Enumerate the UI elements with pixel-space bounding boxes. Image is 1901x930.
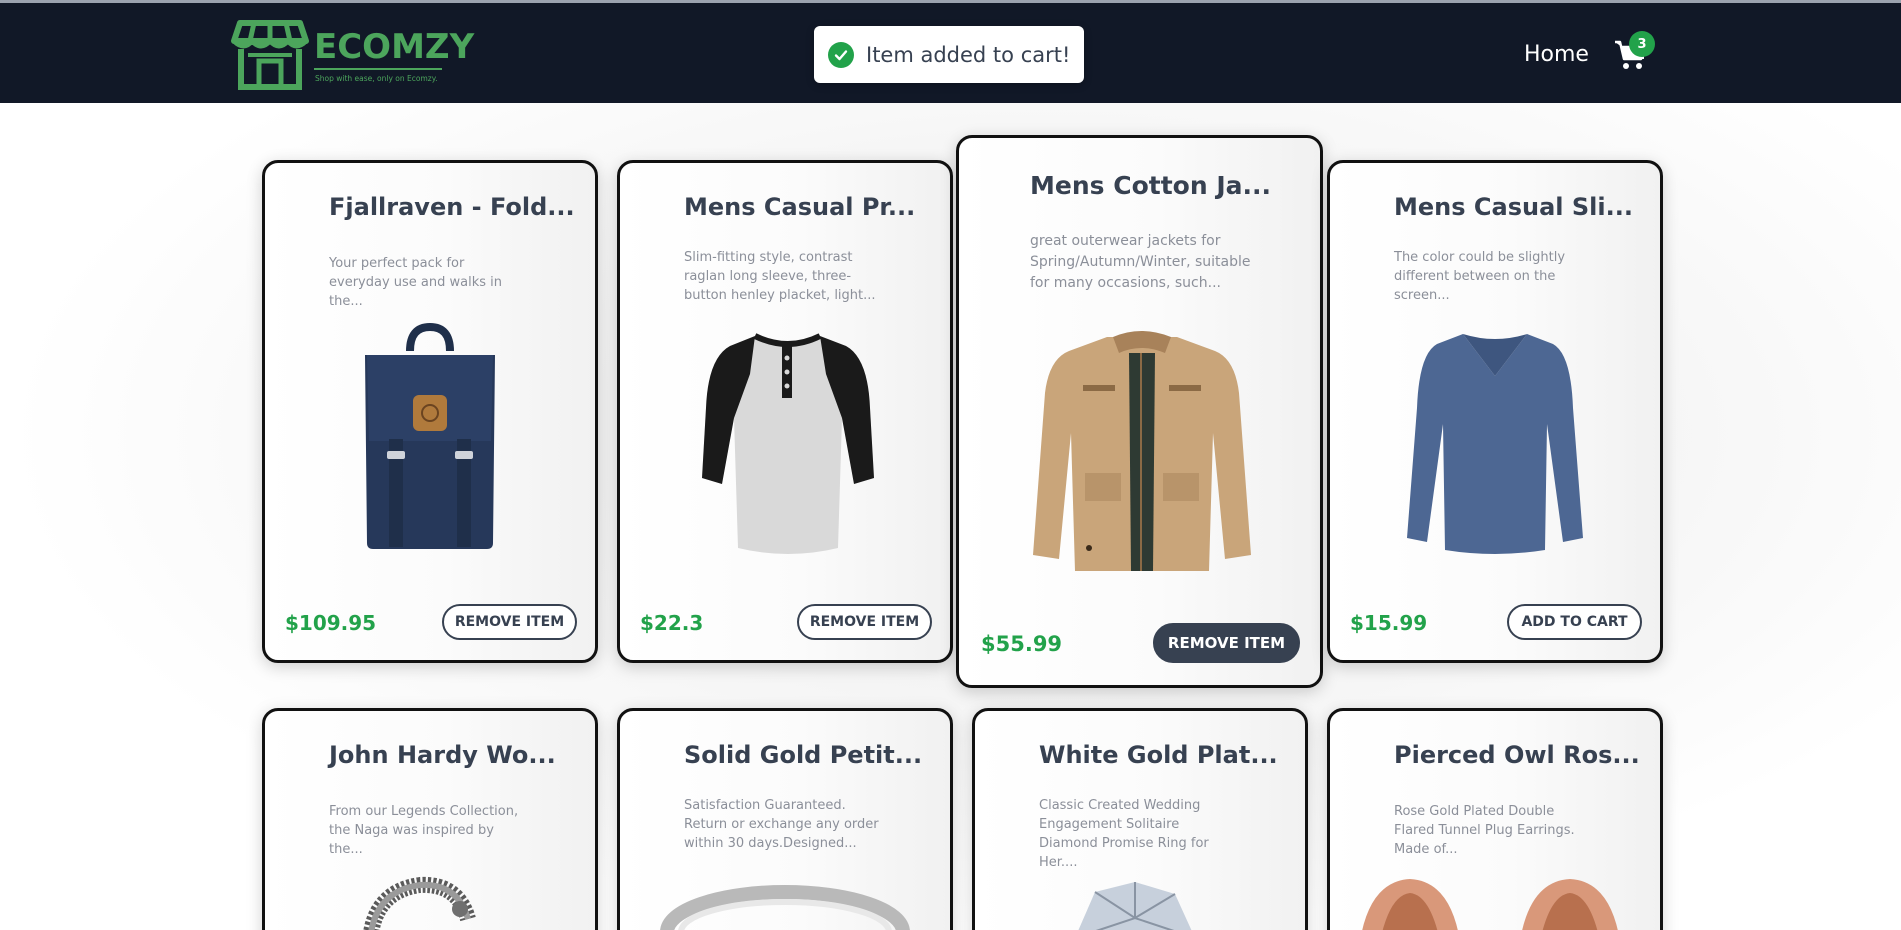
product-image-diamond-ring (1078, 882, 1192, 930)
product-image-gold-ring (660, 885, 910, 930)
product-card[interactable]: Pierced Owl Ros... Rose Gold Plated Doub… (1327, 708, 1663, 930)
brand-logo[interactable]: ECOMZY Shop with ease, only on Ecomzy. (230, 17, 474, 93)
brand-underline (314, 68, 442, 70)
product-description: From our Legends Collection, the Naga wa… (329, 804, 519, 857)
cart-count-badge: 3 (1629, 31, 1655, 57)
brand-tagline: Shop with ease, only on Ecomzy. (315, 74, 438, 83)
product-title: Pierced Owl Ros... (1394, 741, 1640, 769)
toast-notification: Item added to cart! (814, 26, 1084, 83)
product-image-backpack (365, 323, 495, 549)
brand-name: ECOMZY (314, 27, 475, 67)
remove-item-button[interactable]: REMOVE ITEM (1153, 623, 1300, 663)
remove-item-button[interactable]: REMOVE ITEM (797, 604, 932, 640)
product-card[interactable]: Mens Casual Pr... Slim-fitting style, co… (617, 160, 953, 663)
product-card[interactable]: John Hardy Wo... From our Legends Collec… (262, 708, 598, 930)
product-card[interactable]: Mens Casual Sli... The color could be sl… (1327, 160, 1663, 663)
product-description: Satisfaction Guaranteed. Return or excha… (684, 798, 879, 851)
product-card[interactable]: Fjallraven - Fold... Your perfect pack f… (262, 160, 598, 663)
check-circle-icon (828, 41, 854, 68)
add-to-cart-button[interactable]: ADD TO CART (1507, 604, 1642, 640)
product-title: Mens Casual Sli... (1394, 193, 1633, 221)
product-title: John Hardy Wo... (329, 741, 556, 769)
product-description: The color could be slightly different be… (1394, 250, 1566, 303)
product-image-dragon-bracelet (363, 876, 476, 930)
storefront-icon (231, 20, 309, 90)
product-description: Slim-fitting style, contrast raglan long… (684, 250, 876, 303)
product-image-henley-shirt (702, 333, 874, 554)
product-card[interactable]: White Gold Plat... Classic Created Weddi… (972, 708, 1308, 930)
navbar: ECOMZY Shop with ease, only on Ecomzy. I… (0, 3, 1901, 103)
product-title: Solid Gold Petit... (684, 741, 923, 769)
product-price: $22.3 (640, 611, 704, 635)
product-price: $15.99 (1350, 611, 1428, 635)
product-description: Classic Created Wedding Engagement Solit… (1039, 798, 1209, 870)
product-description: Rose Gold Plated Double Flared Tunnel Pl… (1394, 804, 1575, 857)
product-price: $55.99 (981, 632, 1063, 656)
product-image-tunnel-plugs (1362, 879, 1618, 930)
product-description: great outerwear jackets for Spring/Autum… (1030, 233, 1251, 291)
nav-home-link[interactable]: Home (1524, 42, 1589, 67)
product-image-long-sleeve-shirt (1407, 334, 1583, 554)
product-card[interactable]: Solid Gold Petit... Satisfaction Guarant… (617, 708, 953, 930)
product-description: Your perfect pack for everyday use and w… (329, 256, 502, 309)
product-title: White Gold Plat... (1039, 741, 1278, 769)
product-title: Mens Cotton Ja... (1030, 171, 1271, 200)
product-price: $109.95 (285, 611, 377, 635)
product-title: Mens Casual Pr... (684, 193, 916, 221)
product-image-cotton-jacket (1033, 331, 1251, 571)
product-card[interactable]: Mens Cotton Ja... great outerwear jacket… (956, 135, 1323, 688)
product-title: Fjallraven - Fold... (329, 193, 575, 221)
remove-item-button[interactable]: REMOVE ITEM (442, 604, 577, 640)
toast-message: Item added to cart! (866, 42, 1071, 67)
